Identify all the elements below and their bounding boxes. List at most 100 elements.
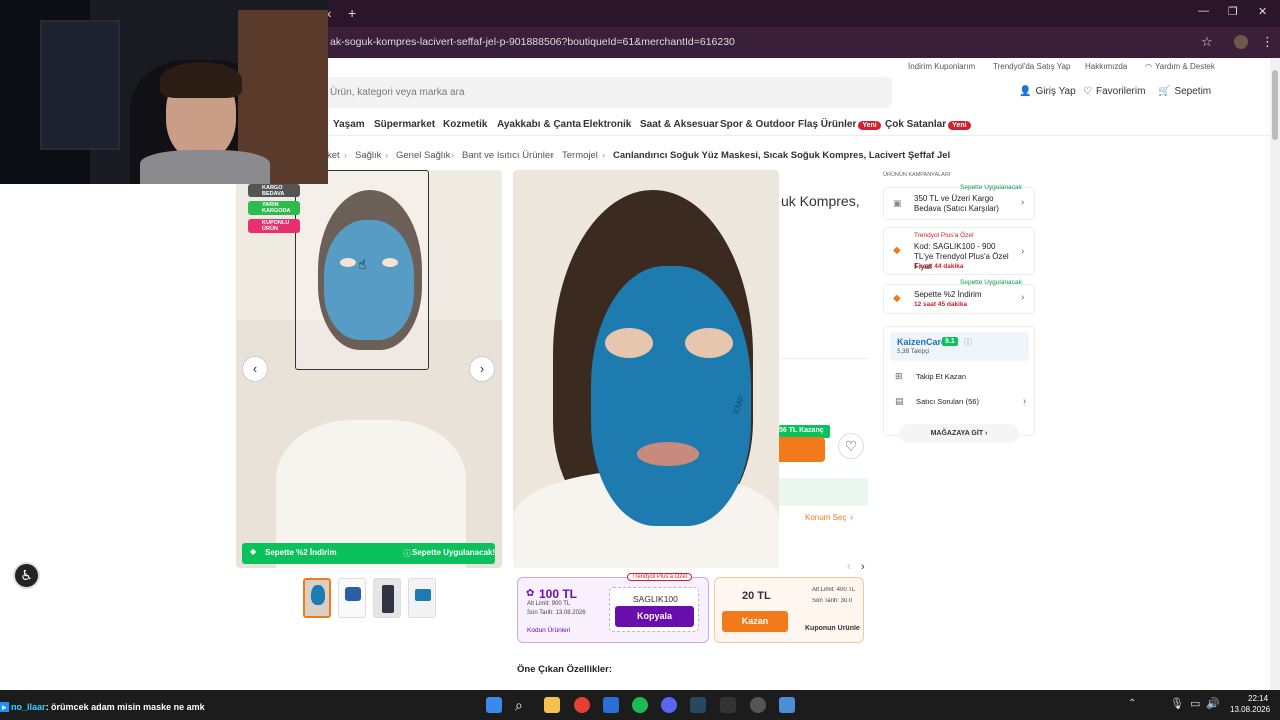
breadcrumb-item[interactable]: Bant ve Isıtıcı Ürünler (462, 150, 553, 161)
heart-icon: ♡ (1083, 86, 1092, 97)
chevron-right-icon: › (602, 150, 605, 160)
app-icon[interactable] (603, 697, 619, 713)
prev-image-button[interactable]: ‹ (242, 356, 268, 382)
location-select[interactable]: Konum Seç (805, 513, 846, 522)
volume-icon[interactable]: 🔊 (1206, 697, 1220, 710)
mic-icon[interactable]: 🎙 (1170, 697, 1184, 710)
top-link-about[interactable]: Hakkımızda (1085, 62, 1127, 71)
breadcrumb-item[interactable]: Sağlık (355, 150, 381, 161)
chevron-up-icon[interactable]: ⌃ (1128, 698, 1136, 709)
breadcrumb-item[interactable]: ket (327, 150, 340, 161)
copy-button[interactable]: Kopyala (615, 606, 694, 627)
gift-icon: ✿ (526, 588, 535, 599)
badge-free-shipping: KARGO BEDAVA (248, 184, 300, 197)
search-icon[interactable]: ⌕ (515, 697, 531, 713)
nav-item-spor[interactable]: Spor & Outdoor (720, 119, 795, 130)
nav-item-cok-satanlar[interactable]: Çok Satanlar Yeni (885, 119, 971, 130)
info-icon: ⓘ (964, 338, 972, 347)
new-tab-button[interactable]: + (348, 5, 356, 21)
login-button[interactable]: 👤 Giriş Yap (1019, 86, 1076, 97)
box-icon: ▣ (893, 198, 902, 208)
close-button[interactable]: ✕ (1258, 5, 1267, 18)
chat-badge-icon: ▸ (0, 702, 9, 712)
top-link-sell[interactable]: Trendyol'da Satış Yap (993, 62, 1070, 71)
thumbnail[interactable] (303, 578, 331, 618)
thumbnail[interactable] (408, 578, 436, 618)
chat-overlay: ▸ no_llaar: örümcek adam misin maske ne … (0, 702, 205, 713)
top-link-coupons[interactable]: İndirim Kuponlarım (908, 62, 975, 71)
nav-item-kozmetik[interactable]: Kozmetik (443, 119, 487, 130)
maximize-button[interactable]: ❐ (1228, 5, 1238, 18)
tag-icon: ◆ (893, 293, 901, 304)
coupon-products-link[interactable]: Kuponun Ürünle (805, 625, 863, 632)
campaign-timer: 12 saat 45 dakika (914, 301, 968, 308)
seller-questions[interactable]: Satıcı Soruları (56) (916, 397, 979, 406)
windows-start-icon[interactable] (486, 697, 502, 713)
cart-button[interactable]: 🛒 Sepetim (1158, 86, 1211, 97)
menu-icon[interactable]: ⋮ (1261, 34, 1274, 50)
coupon-next-button[interactable]: › (861, 561, 865, 573)
discord-icon[interactable] (661, 697, 677, 713)
campaign-text: Sepette %2 İndirim (914, 290, 982, 299)
wifi-icon[interactable]: ▭ (1190, 697, 1200, 710)
chevron-right-icon: › (1021, 197, 1025, 208)
nav-item-flas[interactable]: Flaş Ürünler Yeni (798, 119, 881, 130)
spotify-icon[interactable] (632, 697, 648, 713)
add-to-cart-button[interactable] (779, 437, 825, 462)
next-image-button[interactable]: › (469, 356, 495, 382)
earn-coupon-button[interactable]: Kazan (722, 611, 788, 632)
epic-games-icon[interactable] (720, 697, 736, 713)
chevron-right-icon: › (1021, 246, 1025, 257)
nav-item-saat[interactable]: Saat & Aksesuar (640, 119, 719, 130)
chevron-right-icon: › (451, 150, 454, 160)
nav-item-elektronik[interactable]: Elektronik (583, 119, 631, 130)
divider (779, 358, 868, 359)
minimize-button[interactable]: — (1198, 5, 1209, 17)
discount-banner-text: Sepette %2 İndirim (265, 548, 337, 557)
scrollbar-thumb[interactable] (1272, 70, 1278, 140)
nav-item-yasam[interactable]: Yaşam (333, 119, 365, 130)
coupon-plus-tag: Trendyol Plus'a Özel (627, 573, 692, 581)
chrome-icon[interactable] (574, 697, 590, 713)
follow-earn[interactable]: Takip Et Kazan (916, 372, 966, 381)
steam-icon[interactable] (690, 697, 706, 713)
app-icon[interactable] (779, 697, 795, 713)
nav-item-ayakkabi[interactable]: Ayakkabı & Çanta (497, 119, 581, 130)
heart-icon[interactable]: ♡ (838, 433, 864, 459)
coupon-prev-button[interactable]: ‹ (847, 561, 851, 573)
campaign-tag: Sepette Uygulanacak (960, 184, 1022, 191)
file-explorer-icon[interactable] (544, 697, 560, 713)
features-title: Öne Çıkan Özellikler: (517, 664, 613, 675)
profile-avatar[interactable] (1234, 35, 1248, 49)
hair (160, 62, 242, 98)
coupon-limit: Alt Limit: 900 TL (527, 601, 571, 607)
nav-item-supermarket[interactable]: Süpermarket (374, 119, 435, 130)
top-link-help[interactable]: Yardım & Destek (1155, 62, 1215, 71)
coupon-date: Son Tarih: 30.0 (812, 598, 853, 604)
favorites-button[interactable]: ♡ Favorilerim (1083, 86, 1145, 97)
seller-name[interactable]: KaizenCare (897, 337, 946, 347)
store-button[interactable]: MAĞAZAYA GİT › (899, 424, 1019, 443)
clock-time[interactable]: 22:14 (1248, 694, 1268, 703)
thumbnail[interactable] (373, 578, 401, 618)
star-icon[interactable]: ☆ (1201, 34, 1213, 50)
discount-banner-note: Sepette Uygulanacak! (412, 548, 496, 557)
coupon-amount: 100 TL (539, 587, 578, 601)
search-input[interactable]: Ürün, kategori veya marka ara (322, 77, 892, 108)
chevron-right-icon: › (850, 512, 853, 522)
breadcrumb-item[interactable]: Termojel (562, 150, 598, 161)
tag-icon: ◆ (250, 547, 257, 556)
clock-date[interactable]: 13.08.2026 (1230, 705, 1270, 714)
coupon-products-link[interactable]: Kodun Ürünleri (527, 627, 570, 634)
chevron-right-icon: › (551, 150, 554, 160)
accessibility-icon[interactable]: ♿ (13, 562, 40, 589)
scrollbar[interactable] (1270, 58, 1280, 690)
obs-icon[interactable] (750, 697, 766, 713)
chevron-right-icon: › (1021, 292, 1025, 303)
chat-user: no_llaar (11, 702, 46, 712)
thumbnail[interactable] (338, 578, 366, 618)
address-bar[interactable]: ak-soguk-kompres-lacivert-seffaf-jel-p-9… (330, 30, 1226, 54)
breadcrumb-item[interactable]: Genel Sağlık (396, 150, 450, 161)
coupon-amount: 20 TL (742, 590, 771, 602)
chevron-right-icon: › (1023, 396, 1027, 407)
